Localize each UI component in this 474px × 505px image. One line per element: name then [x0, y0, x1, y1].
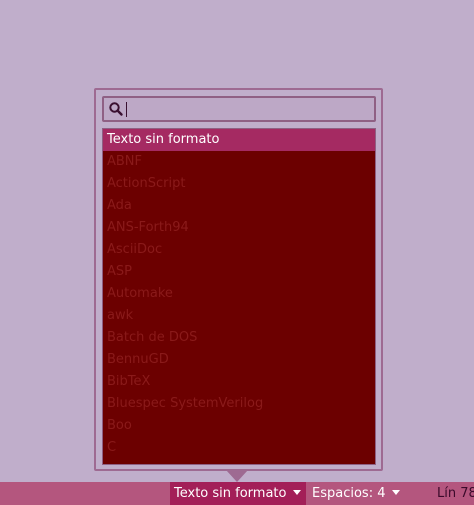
- language-item-bennugd[interactable]: BennuGD: [103, 349, 375, 371]
- language-item-asciidoc[interactable]: AsciiDoc: [103, 239, 375, 261]
- language-selector-label: Texto sin formato: [174, 486, 287, 501]
- language-item-asp[interactable]: ASP: [103, 261, 375, 283]
- tab-width-button[interactable]: Espacios: 4: [308, 482, 401, 505]
- language-item-batch-de-dos[interactable]: Batch de DOS: [103, 327, 375, 349]
- language-item-bluespec-systemverilog[interactable]: Bluespec SystemVerilog: [103, 393, 375, 415]
- language-item-ans-forth94[interactable]: ANS-Forth94: [103, 217, 375, 239]
- language-search-box[interactable]: [102, 96, 376, 122]
- editor-window: Texto sin formato ABNF ActionScript Ada …: [0, 0, 474, 505]
- language-item-boo[interactable]: Boo: [103, 415, 375, 437]
- search-icon: [108, 101, 124, 117]
- language-item-automake[interactable]: Automake: [103, 283, 375, 305]
- chevron-down-icon: [293, 490, 302, 495]
- language-item-awk[interactable]: awk: [103, 305, 375, 327]
- text-cursor: [126, 102, 127, 117]
- language-item-texto-sin-formato[interactable]: Texto sin formato: [103, 129, 375, 151]
- language-item-bibtex[interactable]: BibTeX: [103, 371, 375, 393]
- language-item-ada[interactable]: Ada: [103, 195, 375, 217]
- cursor-position-label: Lín 78: [437, 486, 474, 501]
- popover-arrow: [226, 470, 248, 482]
- language-item-abnf[interactable]: ABNF: [103, 151, 375, 173]
- language-search-input[interactable]: [126, 100, 372, 118]
- statusbar: Texto sin formato Espacios: 4 Lín 78: [0, 482, 474, 505]
- language-selector-button[interactable]: Texto sin formato: [170, 482, 306, 505]
- language-item-actionscript[interactable]: ActionScript: [103, 173, 375, 195]
- chevron-down-icon: [392, 490, 401, 495]
- tab-width-label: Espacios: 4: [312, 486, 386, 501]
- language-item-c[interactable]: C: [103, 437, 375, 459]
- language-list[interactable]: Texto sin formato ABNF ActionScript Ada …: [102, 128, 376, 465]
- language-selector-popover: Texto sin formato ABNF ActionScript Ada …: [94, 88, 383, 471]
